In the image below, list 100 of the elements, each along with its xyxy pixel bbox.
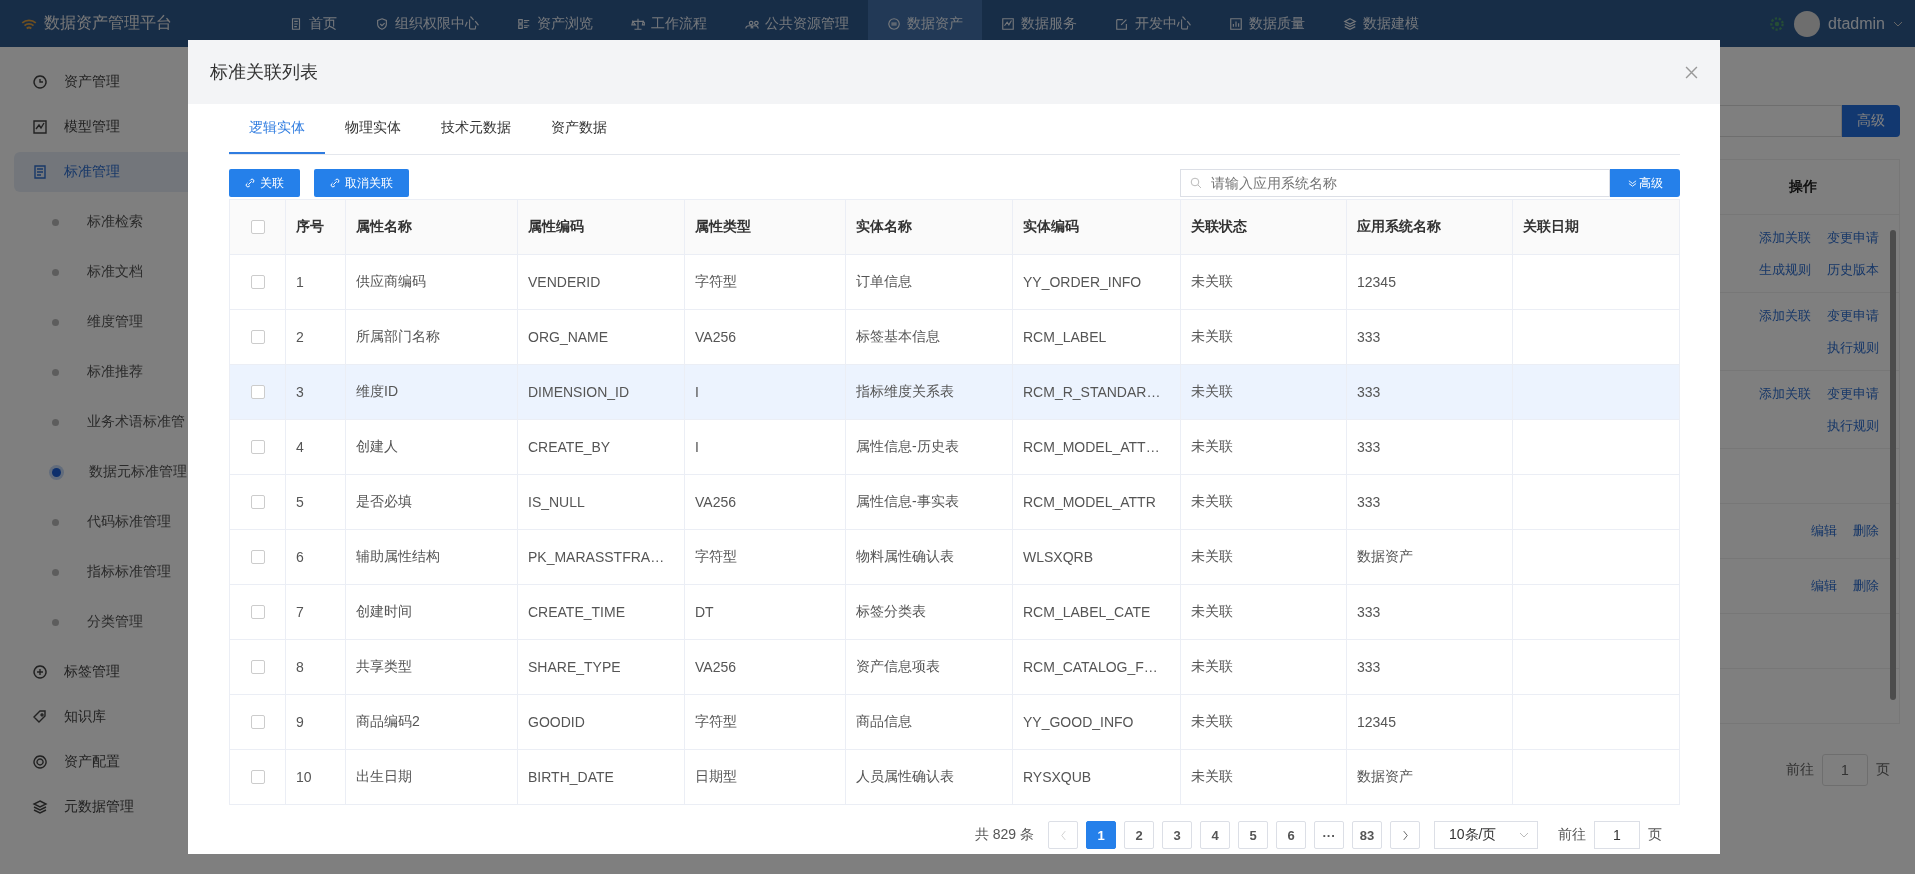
table-cell: 12345 — [1346, 255, 1512, 309]
page-button[interactable]: 3 — [1162, 821, 1192, 849]
checkbox[interactable] — [250, 550, 265, 564]
tab[interactable]: 物理实体 — [325, 104, 421, 154]
sidebar-subitem[interactable]: 标准文档 — [0, 247, 200, 297]
page-button[interactable]: 2 — [1124, 821, 1154, 849]
sidebar-subitem[interactable]: 业务术语标准管 — [0, 397, 200, 447]
action-link[interactable]: 生成规则 — [1759, 260, 1811, 279]
table-cell: PK_MARASSTFRA… — [517, 530, 684, 584]
column-header: 操作 — [1788, 178, 1817, 196]
link-button[interactable]: 关联 — [229, 169, 300, 197]
page-button[interactable]: 6 — [1276, 821, 1306, 849]
table-cell: 10 — [285, 750, 345, 804]
nav-menu-item[interactable]: 数据建模 — [1324, 0, 1438, 47]
table-cell: 属性信息-历史表 — [845, 420, 1012, 474]
page-button[interactable]: 83 — [1352, 821, 1382, 849]
column-header: 属性类型 — [684, 200, 845, 254]
nav-menu-item[interactable]: 工作流程 — [612, 0, 726, 47]
table-cell: 333 — [1346, 365, 1512, 419]
unlink-button[interactable]: 取消关联 — [314, 169, 409, 197]
tab[interactable]: 资产数据 — [531, 104, 627, 154]
action-link[interactable]: 执行规则 — [1827, 338, 1879, 357]
sidebar-item[interactable]: 资产管理 — [14, 62, 200, 102]
layers-icon — [1343, 16, 1357, 31]
nav-menu-item[interactable]: 首页 — [270, 0, 356, 47]
checkbox[interactable] — [250, 660, 265, 674]
action-link[interactable]: 添加关联 — [1759, 384, 1811, 403]
nav-menu-item[interactable]: 资产浏览 — [498, 0, 612, 47]
checkbox[interactable] — [250, 715, 265, 729]
shield-icon — [375, 16, 389, 31]
action-link[interactable]: 删除 — [1853, 522, 1879, 540]
sidebar-item[interactable]: 模型管理 — [14, 107, 200, 147]
page-button[interactable]: 4 — [1200, 821, 1230, 849]
sidebar-subitem[interactable]: 标准检索 — [0, 197, 200, 247]
sidebar-subitem[interactable]: 标准推荐 — [0, 347, 200, 397]
action-link[interactable]: 添加关联 — [1759, 228, 1811, 247]
nav-menu-item[interactable]: 数据服务 — [982, 0, 1096, 47]
nav-menu-item[interactable]: 公共资源管理 — [726, 0, 868, 47]
settings-icon[interactable] — [1768, 14, 1787, 33]
action-link[interactable]: 编辑 — [1811, 522, 1837, 540]
action-link[interactable]: 变更申请 — [1827, 384, 1879, 403]
close-icon[interactable] — [1685, 65, 1698, 79]
table-cell: 未关联 — [1180, 750, 1346, 804]
page-button[interactable]: 1 — [1086, 821, 1116, 849]
nav-menu-item[interactable]: 数据质量 — [1210, 0, 1324, 47]
sidebar-item[interactable]: 元数据管理 — [14, 787, 200, 827]
checkbox[interactable] — [250, 770, 265, 784]
page-input[interactable]: 1 — [1594, 821, 1640, 849]
action-link[interactable]: 变更申请 — [1827, 228, 1879, 247]
advanced-button[interactable]: 高级 — [1842, 105, 1900, 137]
tag-icon — [32, 709, 48, 725]
nav-menu-item[interactable]: 组织权限中心 — [356, 0, 498, 47]
checkbox[interactable] — [250, 385, 265, 399]
checkbox[interactable] — [250, 605, 265, 619]
checkbox[interactable] — [250, 440, 265, 454]
username[interactable]: dtadmin — [1828, 14, 1885, 33]
nav-menu-item[interactable]: 开发中心 — [1096, 0, 1210, 47]
sidebar-subitem[interactable]: 维度管理 — [0, 297, 200, 347]
action-link[interactable]: 执行规则 — [1827, 416, 1879, 435]
sidebar-subitem[interactable]: 代码标准管理 — [0, 497, 200, 547]
next-page-button[interactable] — [1390, 821, 1420, 849]
scrollbar[interactable] — [1890, 230, 1896, 700]
action-link[interactable]: 添加关联 — [1759, 306, 1811, 325]
table-cell: 人员属性确认表 — [845, 750, 1012, 804]
page-button[interactable]: 5 — [1238, 821, 1268, 849]
action-link[interactable]: 历史版本 — [1827, 260, 1879, 279]
page-size-select[interactable]: 10条/页 — [1434, 821, 1538, 849]
page-button[interactable]: ··· — [1314, 821, 1344, 849]
sidebar-subitem[interactable]: 数据元标准管理 — [0, 447, 200, 497]
sidebar-subitem[interactable]: 指标标准管理 — [0, 547, 200, 597]
table-cell: 未关联 — [1180, 530, 1346, 584]
sidebar-item[interactable]: 知识库 — [14, 697, 200, 737]
table-cell: 创建时间 — [345, 585, 517, 639]
action-link[interactable]: 删除 — [1853, 577, 1879, 595]
table-cell: 出生日期 — [345, 750, 517, 804]
checkbox[interactable] — [250, 275, 265, 289]
document-icon — [32, 164, 48, 180]
action-link[interactable]: 变更申请 — [1827, 306, 1879, 325]
table-cell: RCM_LABEL_CATE — [1012, 585, 1180, 639]
action-link[interactable]: 编辑 — [1811, 577, 1837, 595]
checkbox[interactable] — [250, 495, 265, 509]
page-input[interactable]: 1 — [1822, 754, 1868, 786]
chevron-right-icon — [1401, 829, 1409, 841]
caret-icon — [1519, 832, 1529, 838]
checkbox[interactable] — [250, 330, 265, 344]
sidebar-subitem[interactable]: 分类管理 — [0, 597, 200, 647]
sidebar-item[interactable]: 资产配置 — [14, 742, 200, 782]
avatar[interactable] — [1794, 10, 1821, 37]
caret-icon[interactable] — [1893, 20, 1903, 27]
column-header: 序号 — [285, 200, 345, 254]
table-cell: 字符型 — [684, 695, 845, 749]
table-cell: 供应商编码 — [345, 255, 517, 309]
advanced-button[interactable]: 高级 — [1610, 169, 1680, 197]
search-field[interactable]: 请输入应用系统名称 — [1180, 169, 1610, 197]
table-cell: 12345 — [1346, 695, 1512, 749]
tab[interactable]: 逻辑实体 — [229, 104, 325, 154]
sidebar-item[interactable]: 标签管理 — [14, 652, 200, 692]
table-cell: YY_ORDER_INFO — [1012, 255, 1180, 309]
tab[interactable]: 技术元数据 — [421, 104, 531, 154]
checkbox[interactable] — [250, 220, 265, 234]
